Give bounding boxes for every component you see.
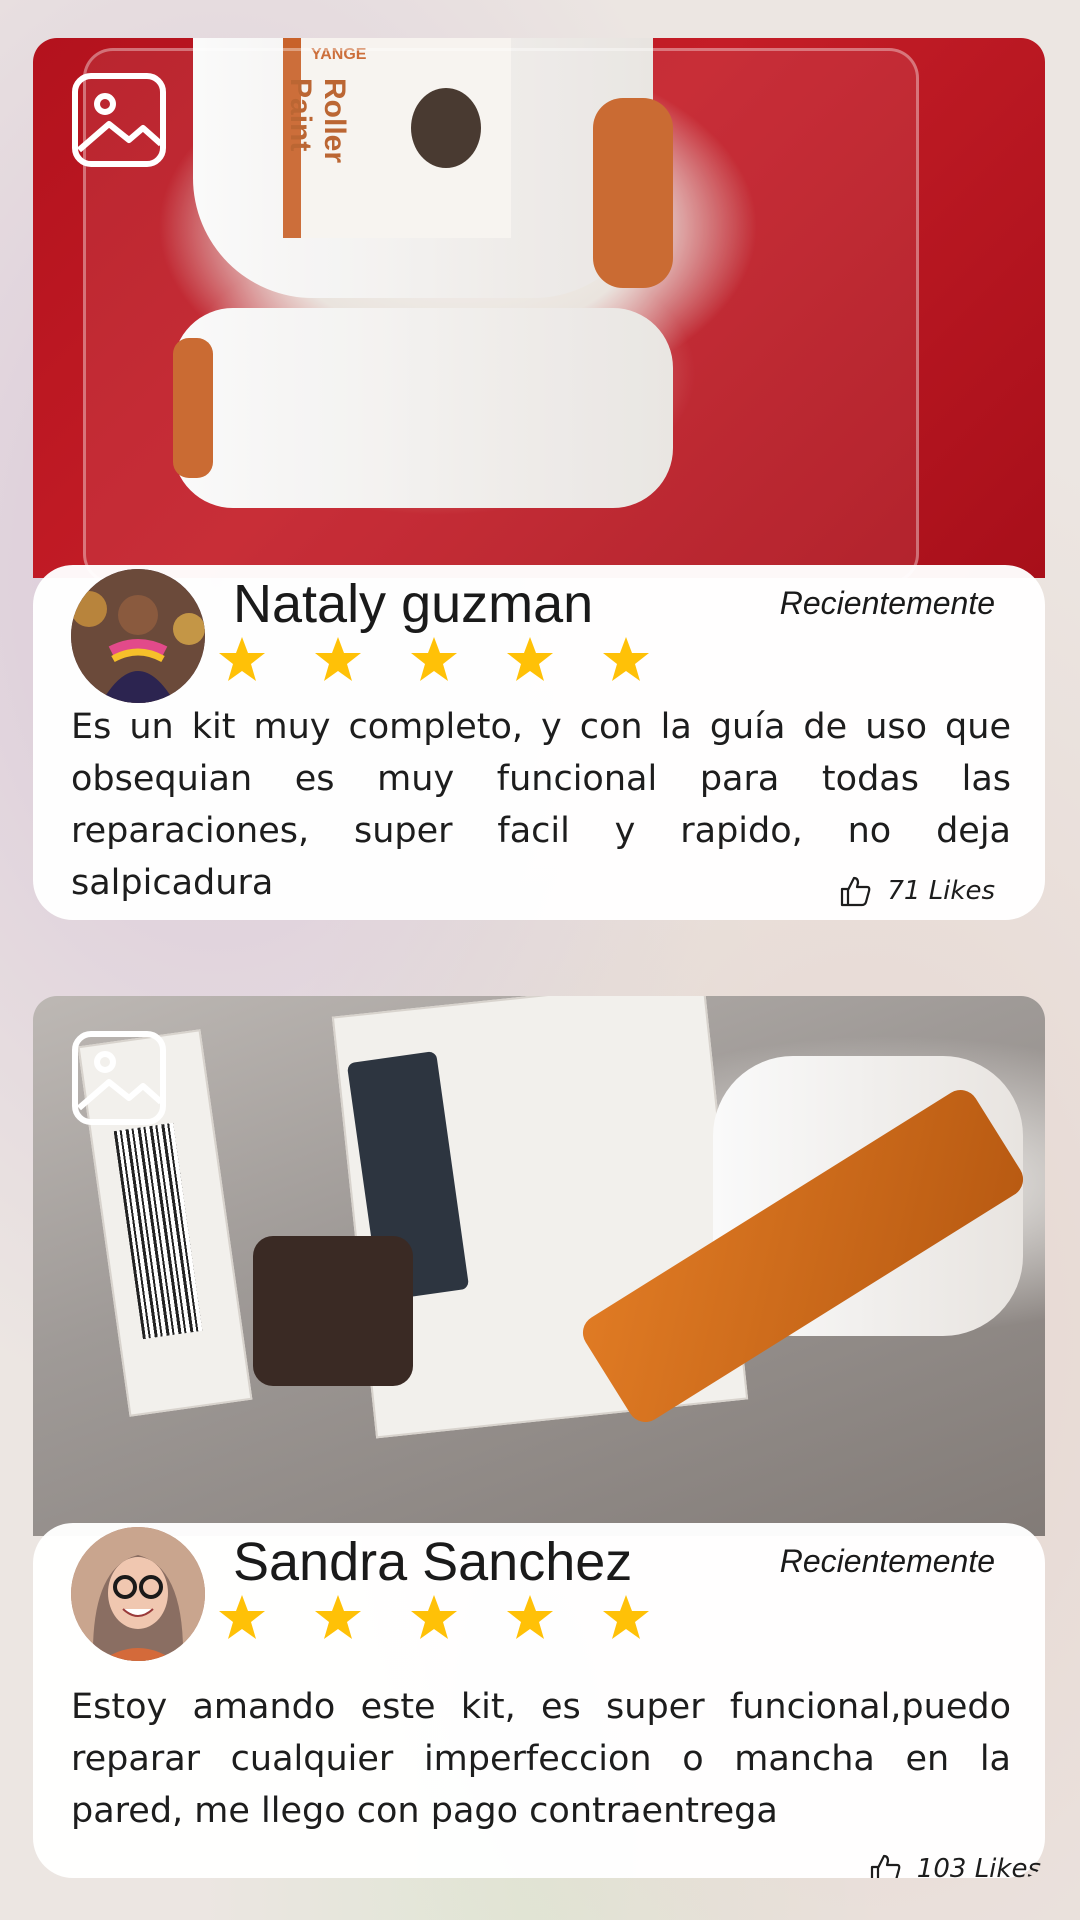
image-icon [72,73,166,167]
reviewer-name: Nataly guzman [233,574,594,634]
star-icon [411,1595,457,1639]
rating-stars [217,635,651,685]
star-icon [507,637,553,681]
like-button[interactable]: 71 Likes [839,874,995,908]
likes-count: 71 Likes [887,876,995,906]
review-time: Recientemente [779,1543,995,1579]
star-icon [315,1595,361,1639]
avatar [71,1527,205,1661]
review-info: Nataly guzman Recientemente Es un kit mu… [33,565,1045,920]
like-button[interactable]: 103 Likes [869,1852,1041,1878]
rating-stars [217,1593,651,1643]
avatar [71,569,205,703]
star-icon [603,637,649,681]
review-photo[interactable] [33,996,1045,1536]
star-icon [507,1595,553,1639]
review-time: Recientemente [779,585,995,621]
thumbs-up-icon [841,876,871,907]
star-icon [315,637,361,681]
thumbs-up-icon [870,1854,901,1878]
review-text: Estoy amando este kit, es super funciona… [71,1687,1011,1831]
review-info: Sandra Sanchez Recientemente Estoy amand… [33,1523,1045,1878]
reviewer-name: Sandra Sanchez [233,1532,633,1592]
star-icon [411,637,457,681]
image-icon [72,1031,166,1125]
plastic-bag [83,48,919,578]
review-card: YANGE Roller Paint Nataly guzman Recient… [33,38,1045,920]
star-icon [219,1595,265,1639]
review-card: Sandra Sanchez Recientemente Estoy amand… [33,996,1045,1878]
likes-count: 103 Likes [916,1854,1041,1878]
star-icon [219,637,265,681]
star-icon [603,1595,649,1639]
review-photo[interactable]: YANGE Roller Paint [33,38,1045,578]
